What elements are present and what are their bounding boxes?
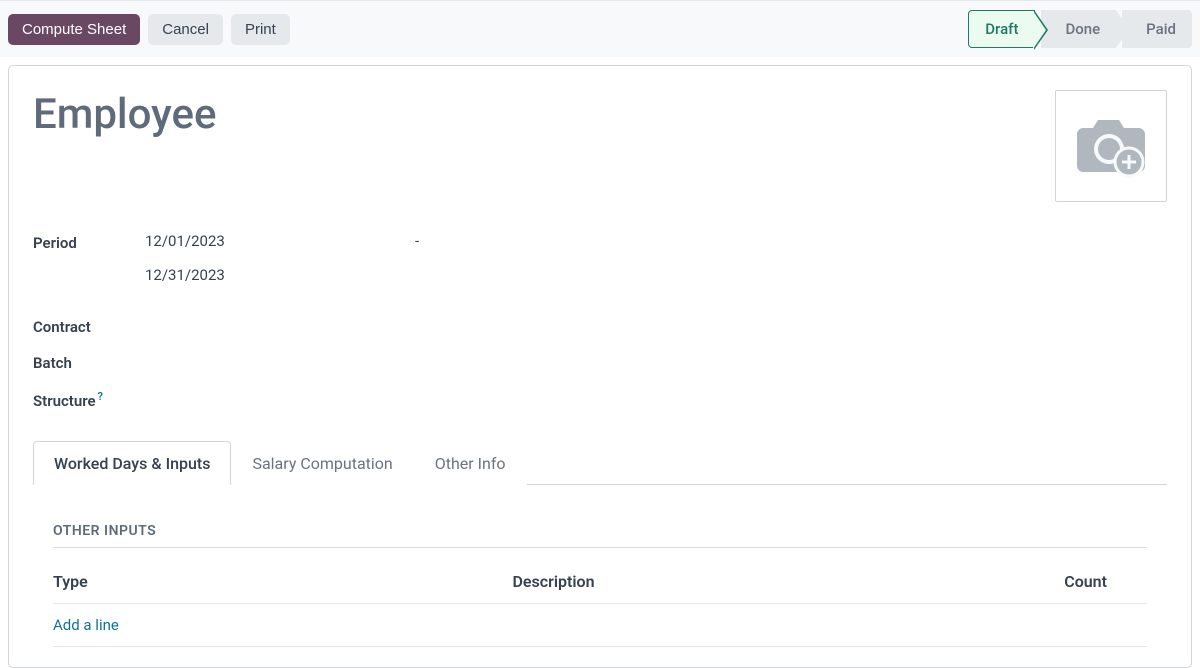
field-contract: Contract: [33, 316, 1167, 336]
period-value: 12/01/2023 12/31/2023 -: [145, 232, 1167, 300]
camera-add-icon: [1071, 114, 1151, 179]
period-from[interactable]: 12/01/2023: [145, 232, 415, 250]
action-toolbar: Compute Sheet Cancel Print Draft Done Pa…: [0, 0, 1200, 57]
tab-other-info[interactable]: Other Info: [414, 441, 527, 485]
status-step-draft[interactable]: Draft: [968, 10, 1035, 48]
print-button[interactable]: Print: [231, 14, 290, 45]
period-label: Period: [33, 232, 145, 252]
structure-label: Structure?: [33, 388, 145, 410]
sheet-header: Employee: [33, 90, 1167, 202]
col-count[interactable]: Count: [1016, 560, 1147, 604]
period-dates: 12/01/2023 12/31/2023: [145, 232, 415, 300]
structure-label-text: Structure: [33, 392, 96, 410]
tab-salary-computation[interactable]: Salary Computation: [231, 441, 413, 485]
col-type[interactable]: Type: [53, 560, 512, 604]
employee-image-upload[interactable]: [1055, 90, 1167, 202]
other-inputs-section-title: OTHER INPUTS: [53, 523, 1147, 548]
status-step-done[interactable]: Done: [1041, 10, 1116, 48]
tab-bar: Worked Days & Inputs Salary Computation …: [33, 440, 1167, 485]
add-a-line-link[interactable]: Add a line: [53, 616, 119, 634]
field-period: Period 12/01/2023 12/31/2023 -: [33, 232, 1167, 300]
batch-label: Batch: [33, 352, 145, 372]
form-sheet: Employee Period 12/01/2023 12/31/2023 - …: [8, 65, 1192, 668]
contract-label: Contract: [33, 316, 145, 336]
col-description[interactable]: Description: [512, 560, 1015, 604]
field-structure: Structure?: [33, 388, 1167, 410]
period-separator: -: [415, 232, 419, 250]
help-icon[interactable]: ?: [98, 390, 103, 403]
status-step-paid[interactable]: Paid: [1122, 10, 1192, 48]
field-batch: Batch: [33, 352, 1167, 372]
toolbar-left: Compute Sheet Cancel Print: [8, 14, 290, 45]
other-inputs-table: Type Description Count Add a line: [53, 560, 1147, 647]
status-bar: Draft Done Paid: [968, 9, 1192, 49]
page-title: Employee: [33, 90, 216, 139]
table-header-row: Type Description Count: [53, 560, 1147, 604]
cancel-button[interactable]: Cancel: [148, 14, 223, 45]
tab-worked-days[interactable]: Worked Days & Inputs: [33, 441, 231, 485]
table-row-add: Add a line: [53, 604, 1147, 647]
tab-content-worked-days: OTHER INPUTS Type Description Count Add …: [33, 485, 1167, 667]
compute-sheet-button[interactable]: Compute Sheet: [8, 14, 140, 45]
period-to[interactable]: 12/31/2023: [145, 266, 415, 284]
